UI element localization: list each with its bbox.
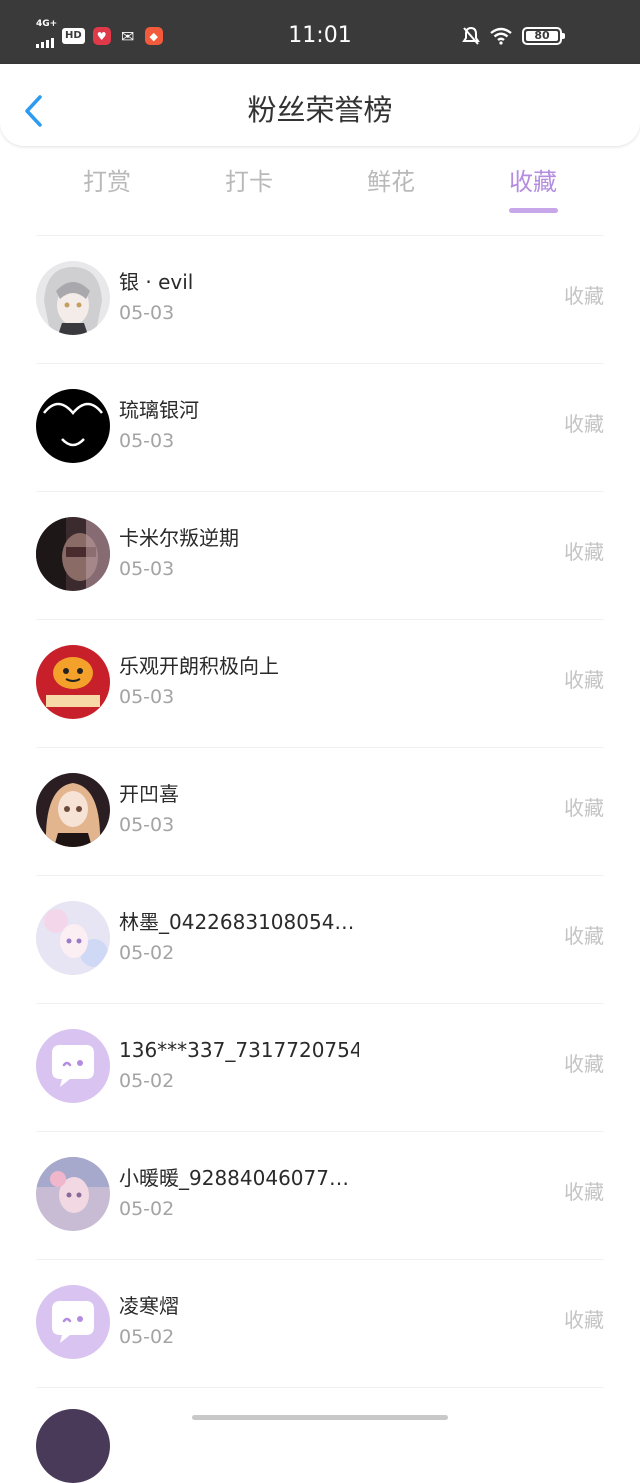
fan-date: 05-03 xyxy=(119,302,175,324)
list-item[interactable]: 开凹喜 05-03 收藏 xyxy=(0,747,640,875)
fan-name: 银 · evil xyxy=(119,270,194,294)
avatar[interactable] xyxy=(36,901,110,975)
action-label: 收藏 xyxy=(564,796,604,820)
action-label: 收藏 xyxy=(564,668,604,692)
avatar[interactable] xyxy=(36,261,110,335)
fan-date: 05-02 xyxy=(119,1198,175,1220)
avatar[interactable] xyxy=(36,1157,110,1231)
avatar[interactable] xyxy=(36,1409,110,1483)
default-chat-avatar-icon xyxy=(36,1029,110,1103)
status-bar: 4G+ HD ♥ ✉ ◆ 11:01 80 xyxy=(0,0,640,64)
action-label: 收藏 xyxy=(564,1052,604,1076)
fan-name: 136***337_7317720754 xyxy=(119,1038,359,1062)
black-smile-avatar-icon xyxy=(36,389,110,463)
tab-reward[interactable]: 打赏 xyxy=(83,166,131,198)
fan-date: 05-03 xyxy=(119,814,175,836)
action-label: 收藏 xyxy=(564,284,604,308)
avatar[interactable] xyxy=(36,645,110,719)
wifi-icon xyxy=(490,27,512,45)
battery-icon: 80 xyxy=(522,27,565,45)
fan-name: 开凹喜 xyxy=(119,782,179,806)
action-label: 收藏 xyxy=(564,540,604,564)
page-title: 粉丝荣誉榜 xyxy=(247,93,393,127)
default-chat-avatar-icon xyxy=(36,1285,110,1359)
pastel-anime-avatar-icon xyxy=(36,901,110,975)
status-right xyxy=(462,26,512,46)
row-divider xyxy=(36,235,604,236)
action-label: 收藏 xyxy=(564,1308,604,1332)
fan-list: 银 · evil 05-03 收藏 琉璃银河 05-03 收藏 卡米尔叛逆期 0… xyxy=(0,235,640,1483)
list-item[interactable]: 银 · evil 05-03 收藏 xyxy=(0,235,640,363)
avatar[interactable] xyxy=(36,1285,110,1359)
avatar[interactable] xyxy=(36,517,110,591)
list-item[interactable]: 琉璃银河 05-03 收藏 xyxy=(0,363,640,491)
avatar[interactable] xyxy=(36,773,110,847)
list-item[interactable]: 小暖暖_92884046077… 05-02 收藏 xyxy=(0,1131,640,1259)
list-item[interactable]: 凌寒熠 05-02 收藏 xyxy=(0,1259,640,1387)
fan-name: 卡米尔叛逆期 xyxy=(119,526,239,550)
tab-flowers[interactable]: 鲜花 xyxy=(367,166,415,198)
row-divider xyxy=(36,1131,604,1132)
tab-favorites[interactable]: 收藏 xyxy=(509,166,557,198)
list-item[interactable]: 林墨_0422683108054… 05-02 收藏 xyxy=(0,875,640,1003)
page-header: 粉丝荣誉榜 xyxy=(0,64,640,146)
fan-name: 凌寒熠 xyxy=(119,1294,179,1318)
fan-name: 林墨_0422683108054… xyxy=(119,910,355,934)
mute-bell-icon xyxy=(462,26,480,45)
row-divider xyxy=(36,1259,604,1260)
row-divider xyxy=(36,1387,604,1388)
fan-date: 05-02 xyxy=(119,1326,175,1348)
list-item[interactable]: 卡米尔叛逆期 05-03 收藏 xyxy=(0,491,640,619)
row-divider xyxy=(36,747,604,748)
row-divider xyxy=(36,1003,604,1004)
dark-portrait-avatar-icon xyxy=(36,517,110,591)
fan-name: 琉璃银河 xyxy=(119,398,199,422)
tab-bar: 打赏 打卡 鲜花 收藏 xyxy=(0,166,640,226)
gray-anime-avatar-icon xyxy=(36,261,110,335)
battery-level: 80 xyxy=(526,30,558,41)
row-divider xyxy=(36,491,604,492)
fan-date: 05-03 xyxy=(119,430,175,452)
row-divider xyxy=(36,875,604,876)
fan-date: 05-03 xyxy=(119,558,175,580)
fan-date: 05-03 xyxy=(119,686,175,708)
fan-name: 乐观开朗积极向上 xyxy=(119,654,279,678)
tab-checkin[interactable]: 打卡 xyxy=(225,166,273,198)
list-item[interactable]: 136***337_7317720754 05-02 收藏 xyxy=(0,1003,640,1131)
row-divider xyxy=(36,363,604,364)
action-label: 收藏 xyxy=(564,1180,604,1204)
list-item[interactable]: 乐观开朗积极向上 05-03 收藏 xyxy=(0,619,640,747)
avatar[interactable] xyxy=(36,389,110,463)
avatar[interactable] xyxy=(36,1029,110,1103)
tiger-avatar-icon xyxy=(36,645,110,719)
pink-anime-avatar-icon xyxy=(36,1157,110,1231)
row-divider xyxy=(36,619,604,620)
anime-girl-avatar-icon xyxy=(36,773,110,847)
fan-date: 05-02 xyxy=(119,1070,175,1092)
active-tab-indicator xyxy=(509,208,558,213)
fan-name: 小暖暖_92884046077… xyxy=(119,1166,349,1190)
action-label: 收藏 xyxy=(564,412,604,436)
fan-date: 05-02 xyxy=(119,942,175,964)
action-label: 收藏 xyxy=(564,924,604,948)
home-indicator[interactable] xyxy=(192,1415,448,1420)
